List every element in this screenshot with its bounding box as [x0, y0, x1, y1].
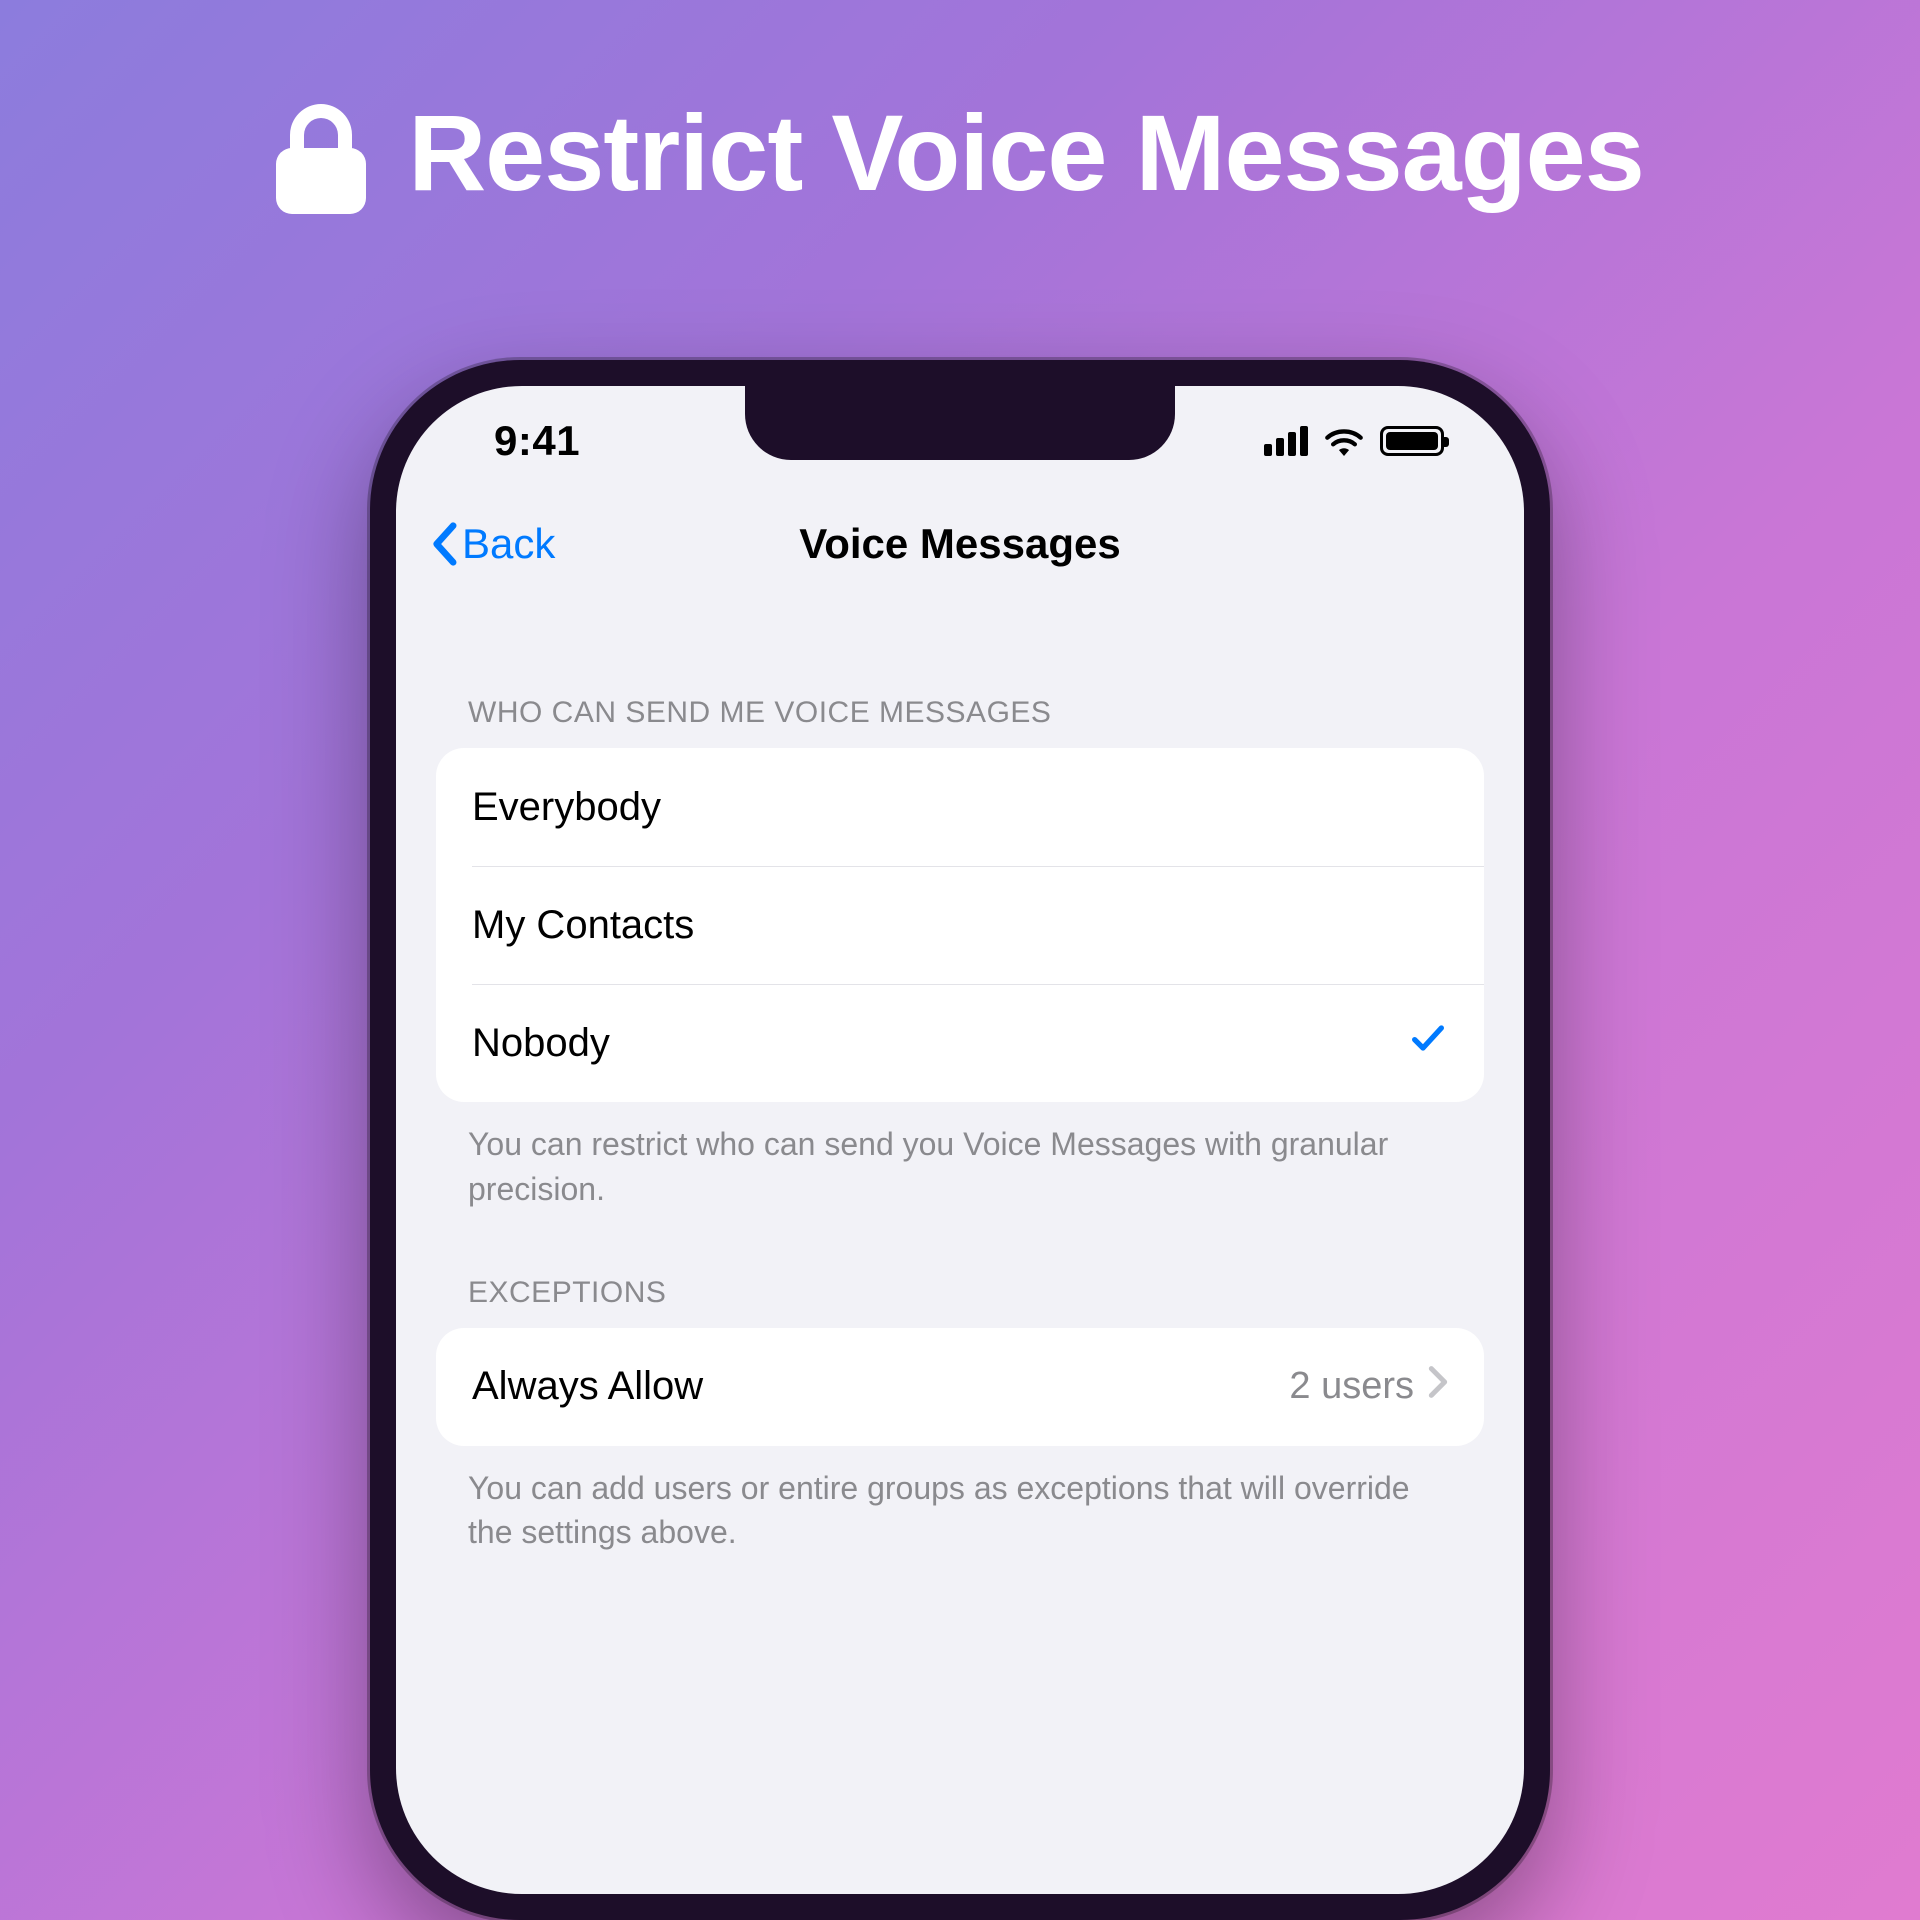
checkmark-icon	[1408, 1018, 1448, 1068]
settings-content: WHO CAN SEND ME VOICE MESSAGES Everybody…	[396, 592, 1524, 1555]
option-nobody[interactable]: Nobody	[436, 984, 1484, 1102]
phone-screen: 9:41	[396, 386, 1524, 1894]
lock-icon	[276, 104, 366, 214]
phone-frame: 9:41	[370, 360, 1550, 1920]
wifi-icon	[1324, 426, 1364, 456]
hero-banner: Restrict Voice Messages	[0, 0, 1920, 215]
hero-title: Restrict Voice Messages	[408, 90, 1644, 215]
exception-always-allow[interactable]: Always Allow 2 users	[436, 1328, 1484, 1446]
row-detail: 2 users	[1289, 1365, 1414, 1408]
option-label: Nobody	[472, 1021, 610, 1066]
row-label: Always Allow	[472, 1364, 703, 1409]
section-header-exceptions: EXCEPTIONS	[436, 1212, 1484, 1328]
option-label: My Contacts	[472, 903, 694, 948]
exceptions-card: Always Allow 2 users	[436, 1328, 1484, 1446]
nav-bar: Back Voice Messages	[396, 496, 1524, 592]
status-icons	[1264, 426, 1444, 456]
back-button[interactable]: Back	[430, 520, 555, 568]
cellular-icon	[1264, 426, 1308, 456]
page-title: Voice Messages	[799, 520, 1120, 568]
battery-icon	[1380, 426, 1444, 456]
back-label: Back	[462, 520, 555, 568]
option-everybody[interactable]: Everybody	[436, 748, 1484, 866]
option-label: Everybody	[472, 785, 661, 830]
phone-notch	[745, 386, 1175, 460]
who-can-send-card: Everybody My Contacts Nobody	[436, 748, 1484, 1102]
chevron-right-icon	[1428, 1364, 1448, 1409]
section-header-who: WHO CAN SEND ME VOICE MESSAGES	[436, 632, 1484, 748]
section-footer-exceptions: You can add users or entire groups as ex…	[436, 1446, 1484, 1556]
option-my-contacts[interactable]: My Contacts	[436, 866, 1484, 984]
status-time: 9:41	[494, 417, 580, 465]
chevron-left-icon	[430, 522, 458, 566]
section-footer-who: You can restrict who can send you Voice …	[436, 1102, 1484, 1212]
